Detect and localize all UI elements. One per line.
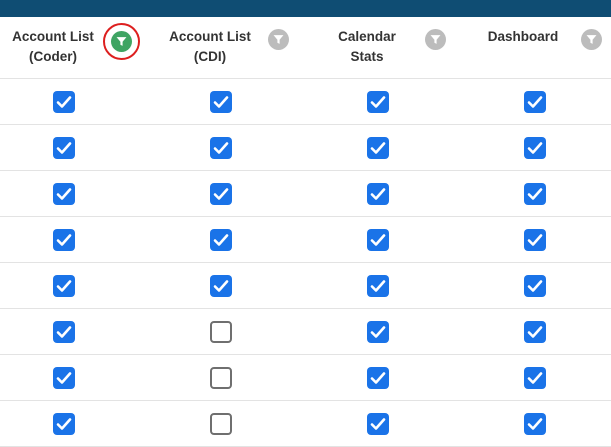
filter-icon <box>586 35 597 44</box>
checkbox-dashboard[interactable] <box>524 228 546 251</box>
checkbox-calendar-stats[interactable] <box>367 320 389 343</box>
top-bar <box>0 0 611 17</box>
checkbox-dashboard[interactable] <box>524 90 546 113</box>
table-row <box>0 309 611 355</box>
column-header-account-list-cdi: Account List (CDI) <box>157 17 314 78</box>
checkbox-account-list-coder[interactable] <box>53 228 75 251</box>
table-row <box>0 217 611 263</box>
checkbox-account-list-cdi[interactable] <box>210 228 232 251</box>
checkbox-account-list-coder[interactable] <box>53 320 75 343</box>
checkbox-account-list-cdi[interactable] <box>210 366 232 389</box>
checkbox-calendar-stats[interactable] <box>367 274 389 297</box>
checkbox-account-list-cdi[interactable] <box>210 320 232 343</box>
checkbox-dashboard[interactable] <box>524 274 546 297</box>
column-header-dashboard: Dashboard <box>471 17 611 78</box>
column-label: Account List (Coder) <box>12 29 94 64</box>
checkbox-account-list-coder[interactable] <box>53 90 75 113</box>
column-label: Account List (CDI) <box>169 29 251 64</box>
checkbox-account-list-cdi[interactable] <box>210 274 232 297</box>
table-header: Account List (Coder) Account List (CDI) … <box>0 17 611 79</box>
checkbox-calendar-stats[interactable] <box>367 136 389 159</box>
checkbox-dashboard[interactable] <box>524 366 546 389</box>
checkbox-account-list-coder[interactable] <box>53 274 75 297</box>
checkbox-account-list-cdi[interactable] <box>210 90 232 113</box>
checkbox-calendar-stats[interactable] <box>367 366 389 389</box>
checkbox-account-list-coder[interactable] <box>53 366 75 389</box>
filter-button-calendar-stats[interactable] <box>425 29 446 50</box>
column-header-account-list-coder: Account List (Coder) <box>0 17 157 78</box>
checkbox-dashboard[interactable] <box>524 412 546 435</box>
checkbox-dashboard[interactable] <box>524 320 546 343</box>
checkbox-dashboard[interactable] <box>524 182 546 205</box>
table-row <box>0 401 611 447</box>
column-label: Dashboard <box>487 29 559 44</box>
table-row <box>0 171 611 217</box>
checkbox-account-list-coder[interactable] <box>53 136 75 159</box>
checkbox-calendar-stats[interactable] <box>367 182 389 205</box>
checkbox-account-list-cdi[interactable] <box>210 412 232 435</box>
table-row <box>0 355 611 401</box>
filter-button-account-list-cdi[interactable] <box>268 29 289 50</box>
filter-icon <box>116 37 127 46</box>
filter-button-dashboard[interactable] <box>581 29 602 50</box>
filter-icon <box>273 35 284 44</box>
checkbox-dashboard[interactable] <box>524 136 546 159</box>
checkbox-account-list-cdi[interactable] <box>210 136 232 159</box>
checkbox-calendar-stats[interactable] <box>367 90 389 113</box>
checkbox-account-list-coder[interactable] <box>53 182 75 205</box>
column-label: Calendar Stats <box>338 29 396 64</box>
checkbox-calendar-stats[interactable] <box>367 228 389 251</box>
column-header-calendar-stats: Calendar Stats <box>314 17 471 78</box>
table-row <box>0 125 611 171</box>
checkbox-account-list-cdi[interactable] <box>210 182 232 205</box>
checkbox-calendar-stats[interactable] <box>367 412 389 435</box>
table-row <box>0 263 611 309</box>
filter-icon <box>430 35 441 44</box>
checkbox-account-list-coder[interactable] <box>53 412 75 435</box>
table-row <box>0 79 611 125</box>
filter-button-account-list-coder[interactable] <box>111 31 132 52</box>
